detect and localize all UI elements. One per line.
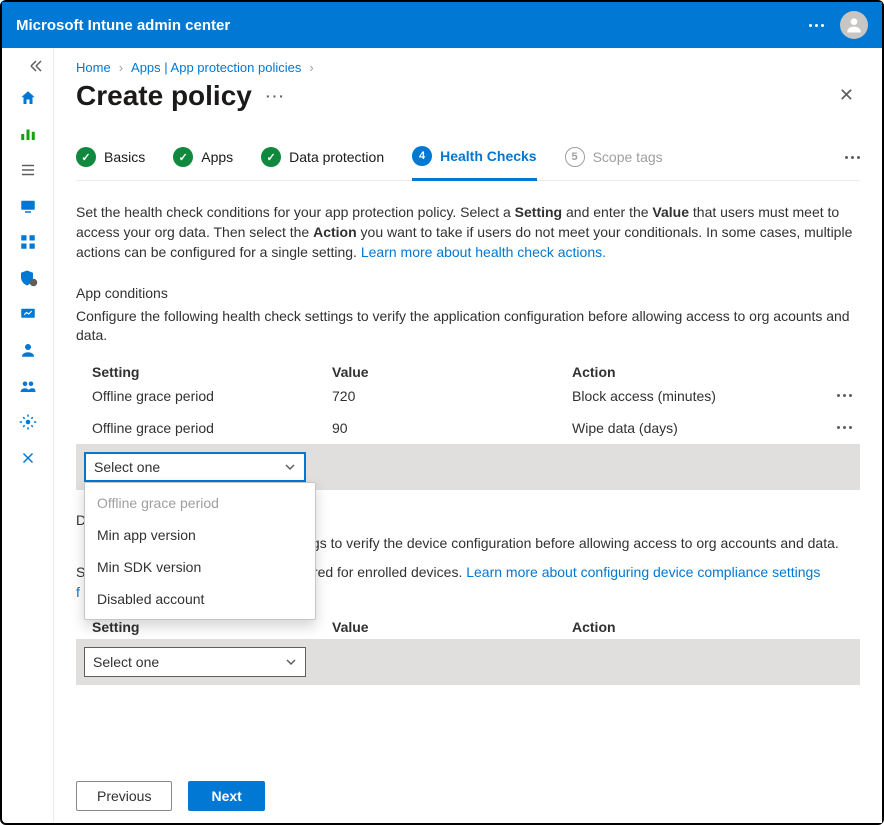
previous-button[interactable]: Previous — [76, 781, 172, 811]
check-icon: ✓ — [173, 147, 193, 167]
cell-setting: Offline grace period — [92, 388, 332, 404]
breadcrumb-home[interactable]: Home — [76, 60, 111, 75]
check-icon: ✓ — [76, 147, 96, 167]
step-basics[interactable]: ✓ Basics — [76, 147, 145, 179]
row-more-icon[interactable] — [837, 394, 860, 397]
row-more-icon[interactable] — [837, 426, 860, 429]
nav-troubleshoot-icon[interactable] — [8, 442, 48, 474]
table-row: Offline grace period 720 Block access (m… — [76, 380, 860, 412]
setting-select[interactable]: Select one — [84, 647, 306, 677]
table-header: Setting Value Action — [76, 364, 860, 380]
nav-users-icon[interactable] — [8, 334, 48, 366]
main-content: Home › Apps | App protection policies › … — [54, 48, 882, 769]
dropdown-option-offline: Offline grace period — [85, 487, 315, 519]
cell-action: Wipe data (days) — [572, 420, 678, 436]
nav-groups-icon[interactable] — [8, 370, 48, 402]
table-header: Setting Value Action — [76, 619, 860, 635]
dropdown-option-disabled-acct[interactable]: Disabled account — [85, 583, 315, 615]
app-title: Microsoft Intune admin center — [16, 17, 230, 34]
next-button[interactable]: Next — [188, 781, 264, 811]
learn-health-actions-link[interactable]: Learn more about health check actions. — [361, 244, 606, 260]
nav-all-services-icon[interactable] — [8, 154, 48, 186]
cell-action: Block access (minutes) — [572, 388, 716, 404]
setting-dropdown: Offline grace period Min app version Min… — [84, 482, 316, 620]
col-action: Action — [572, 364, 860, 380]
dropdown-option-min-sdk[interactable]: Min SDK version — [85, 551, 315, 583]
col-value: Value — [332, 619, 572, 635]
cell-setting: Offline grace period — [92, 420, 332, 436]
table-row: Offline grace period 90 Wipe data (days) — [76, 412, 860, 444]
page-title: Create policy ··· — [76, 80, 286, 112]
chevron-down-icon — [285, 656, 297, 668]
wizard-footer: Previous Next — [54, 769, 882, 823]
cell-value: 90 — [332, 420, 572, 436]
app-conditions-heading: App conditions — [76, 285, 860, 301]
nav-collapse-icon[interactable] — [2, 54, 53, 78]
close-icon[interactable]: ✕ — [833, 79, 860, 112]
intro-text: Set the health check conditions for your… — [76, 203, 860, 263]
col-action: Action — [572, 619, 860, 635]
chevron-down-icon — [284, 461, 296, 473]
chevron-right-icon: › — [309, 60, 313, 75]
wizard-stepper: ✓ Basics ✓ Apps ✓ Data protection 4 Heal… — [76, 146, 860, 181]
dropdown-option-min-app[interactable]: Min app version — [85, 519, 315, 551]
col-value: Value — [332, 364, 572, 380]
topbar: Microsoft Intune admin center — [2, 2, 882, 48]
avatar[interactable] — [840, 11, 868, 39]
step-health-checks[interactable]: 4 Health Checks — [412, 146, 536, 181]
chevron-right-icon: › — [119, 60, 123, 75]
check-icon: ✓ — [261, 147, 281, 167]
nav-dashboard-icon[interactable] — [8, 118, 48, 150]
nav-devices-icon[interactable] — [8, 190, 48, 222]
topbar-more-icon[interactable] — [809, 24, 824, 27]
breadcrumb-apps[interactable]: Apps | App protection policies — [131, 60, 301, 75]
nav-reports-icon[interactable] — [8, 298, 48, 330]
nav-security-icon[interactable] — [8, 262, 48, 294]
side-nav — [2, 48, 54, 823]
new-row: Select one — [76, 639, 860, 685]
col-setting: Setting — [92, 364, 332, 380]
title-more-icon[interactable]: ··· — [266, 88, 286, 104]
cell-value: 720 — [332, 388, 572, 404]
col-setting: Setting — [92, 619, 332, 635]
step-apps[interactable]: ✓ Apps — [173, 147, 233, 179]
setting-select[interactable]: Select one — [84, 452, 306, 482]
stepper-more-icon[interactable] — [845, 156, 860, 171]
nav-home-icon[interactable] — [8, 82, 48, 114]
step-scope-tags[interactable]: 5 Scope tags — [565, 147, 663, 179]
nav-tenant-admin-icon[interactable] — [8, 406, 48, 438]
step-data-protection[interactable]: ✓ Data protection — [261, 147, 384, 179]
learn-device-compliance-link[interactable]: Learn more about configuring device comp… — [466, 564, 820, 580]
app-conditions-sub: Configure the following health check set… — [76, 307, 860, 346]
breadcrumb: Home › Apps | App protection policies › — [76, 60, 860, 75]
new-row: Select one Offline grace period Min app … — [76, 444, 860, 490]
person-icon — [844, 15, 864, 35]
nav-apps-icon[interactable] — [8, 226, 48, 258]
